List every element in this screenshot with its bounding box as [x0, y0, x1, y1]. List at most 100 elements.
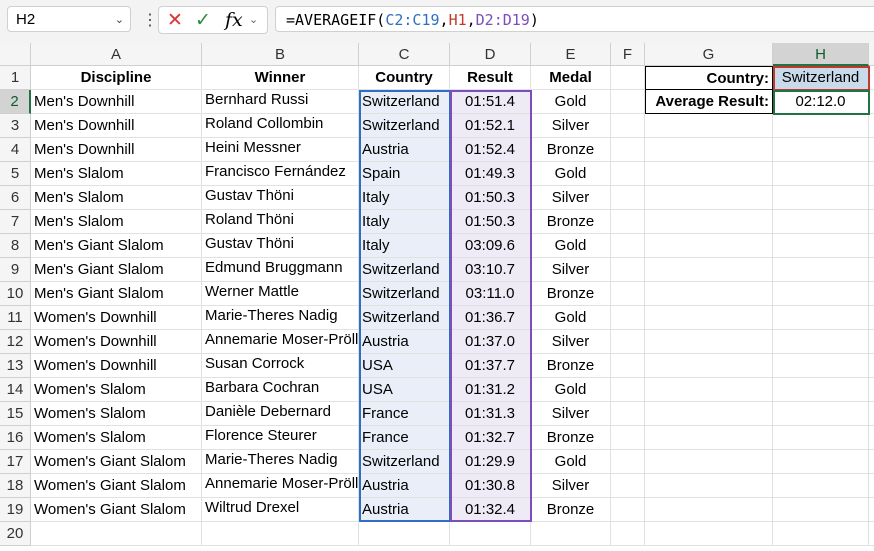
- cell-C9[interactable]: Switzerland: [359, 258, 450, 282]
- cell-C19[interactable]: Austria: [359, 498, 450, 522]
- row-header[interactable]: 14: [0, 378, 31, 402]
- column-header[interactable]: G: [645, 43, 773, 66]
- cell-D9[interactable]: 03:10.7: [450, 258, 531, 282]
- cell-D17[interactable]: 01:29.9: [450, 450, 531, 474]
- empty-cell[interactable]: [773, 114, 869, 138]
- empty-cell[interactable]: [645, 522, 773, 546]
- empty-cell[interactable]: [773, 306, 869, 330]
- empty-cell[interactable]: [611, 354, 645, 378]
- empty-cell[interactable]: [869, 66, 874, 90]
- empty-cell[interactable]: [869, 450, 874, 474]
- row-header[interactable]: 8: [0, 234, 31, 258]
- cell-A7[interactable]: Men's Slalom: [31, 210, 202, 234]
- empty-cell[interactable]: [869, 498, 874, 522]
- row-header[interactable]: 2: [0, 90, 31, 114]
- cell-A14[interactable]: Women's Slalom: [31, 378, 202, 402]
- empty-cell[interactable]: [773, 426, 869, 450]
- cell-B15[interactable]: Danièle Debernard: [202, 402, 359, 426]
- cell-E7[interactable]: Bronze: [531, 210, 611, 234]
- empty-cell[interactable]: [773, 522, 869, 546]
- cell-C7[interactable]: Italy: [359, 210, 450, 234]
- empty-cell[interactable]: [645, 330, 773, 354]
- empty-cell[interactable]: [611, 522, 645, 546]
- cell-A6[interactable]: Men's Slalom: [31, 186, 202, 210]
- cell-E5[interactable]: Gold: [531, 162, 611, 186]
- empty-cell[interactable]: [869, 90, 874, 114]
- cell-A10[interactable]: Men's Giant Slalom: [31, 282, 202, 306]
- cell-B9[interactable]: Edmund Bruggmann: [202, 258, 359, 282]
- empty-cell[interactable]: [611, 234, 645, 258]
- empty-cell[interactable]: [611, 186, 645, 210]
- cell-H1[interactable]: Switzerland: [773, 66, 869, 90]
- cell-B18[interactable]: Annemarie Moser-Pröll: [202, 474, 359, 498]
- cell-D11[interactable]: 01:36.7: [450, 306, 531, 330]
- row-header[interactable]: 9: [0, 258, 31, 282]
- cell-E15[interactable]: Silver: [531, 402, 611, 426]
- cell-A12[interactable]: Women's Downhill: [31, 330, 202, 354]
- empty-cell[interactable]: [869, 234, 874, 258]
- row-header[interactable]: 6: [0, 186, 31, 210]
- cell-D6[interactable]: 01:50.3: [450, 186, 531, 210]
- cell-A16[interactable]: Women's Slalom: [31, 426, 202, 450]
- cell-A2[interactable]: Men's Downhill: [31, 90, 202, 114]
- empty-cell[interactable]: [869, 330, 874, 354]
- row-header[interactable]: 17: [0, 450, 31, 474]
- empty-cell[interactable]: [645, 306, 773, 330]
- empty-cell[interactable]: [773, 258, 869, 282]
- empty-cell[interactable]: [869, 474, 874, 498]
- empty-cell[interactable]: [869, 354, 874, 378]
- cell-D18[interactable]: 01:30.8: [450, 474, 531, 498]
- cell-A13[interactable]: Women's Downhill: [31, 354, 202, 378]
- empty-cell[interactable]: [773, 210, 869, 234]
- empty-cell[interactable]: [611, 282, 645, 306]
- empty-cell[interactable]: [869, 258, 874, 282]
- row-header[interactable]: 13: [0, 354, 31, 378]
- column-header[interactable]: E: [531, 43, 611, 66]
- cell-C13[interactable]: USA: [359, 354, 450, 378]
- empty-cell[interactable]: [645, 450, 773, 474]
- cell-C5[interactable]: Spain: [359, 162, 450, 186]
- row-header[interactable]: 12: [0, 330, 31, 354]
- row-header[interactable]: 4: [0, 138, 31, 162]
- row-header[interactable]: 20: [0, 522, 31, 546]
- cell-D19[interactable]: 01:32.4: [450, 498, 531, 522]
- cell-G1[interactable]: Country:: [645, 66, 773, 90]
- cell-B5[interactable]: Francisco Fernández: [202, 162, 359, 186]
- empty-cell[interactable]: [611, 330, 645, 354]
- cell-C1[interactable]: Country: [359, 66, 450, 90]
- name-box[interactable]: H2 ⌄: [7, 6, 131, 32]
- empty-cell[interactable]: [611, 138, 645, 162]
- empty-cell[interactable]: [773, 378, 869, 402]
- empty-cell[interactable]: [611, 498, 645, 522]
- empty-cell[interactable]: [611, 306, 645, 330]
- cell-E19[interactable]: Bronze: [531, 498, 611, 522]
- cell-D14[interactable]: 01:31.2: [450, 378, 531, 402]
- empty-cell[interactable]: [611, 450, 645, 474]
- empty-cell[interactable]: [869, 282, 874, 306]
- cell-D2[interactable]: 01:51.4: [450, 90, 531, 114]
- cell-C12[interactable]: Austria: [359, 330, 450, 354]
- row-header[interactable]: 18: [0, 474, 31, 498]
- cell-E2[interactable]: Gold: [531, 90, 611, 114]
- cell-E1[interactable]: Medal: [531, 66, 611, 90]
- empty-cell[interactable]: [645, 474, 773, 498]
- empty-cell[interactable]: [645, 138, 773, 162]
- cancel-icon[interactable]: ✕: [167, 9, 183, 32]
- row-header[interactable]: 7: [0, 210, 31, 234]
- empty-cell[interactable]: [611, 258, 645, 282]
- empty-cell[interactable]: [611, 426, 645, 450]
- cell-A3[interactable]: Men's Downhill: [31, 114, 202, 138]
- cell-E13[interactable]: Bronze: [531, 354, 611, 378]
- cell-C18[interactable]: Austria: [359, 474, 450, 498]
- cell-C15[interactable]: France: [359, 402, 450, 426]
- cell-A19[interactable]: Women's Giant Slalom: [31, 498, 202, 522]
- chevron-down-icon[interactable]: ⌄: [115, 7, 124, 33]
- empty-cell[interactable]: [531, 522, 611, 546]
- cell-D7[interactable]: 01:50.3: [450, 210, 531, 234]
- cell-B11[interactable]: Marie-Theres Nadig: [202, 306, 359, 330]
- cell-C8[interactable]: Italy: [359, 234, 450, 258]
- cell-E12[interactable]: Silver: [531, 330, 611, 354]
- cell-D4[interactable]: 01:52.4: [450, 138, 531, 162]
- empty-cell[interactable]: [611, 90, 645, 114]
- empty-cell[interactable]: [773, 234, 869, 258]
